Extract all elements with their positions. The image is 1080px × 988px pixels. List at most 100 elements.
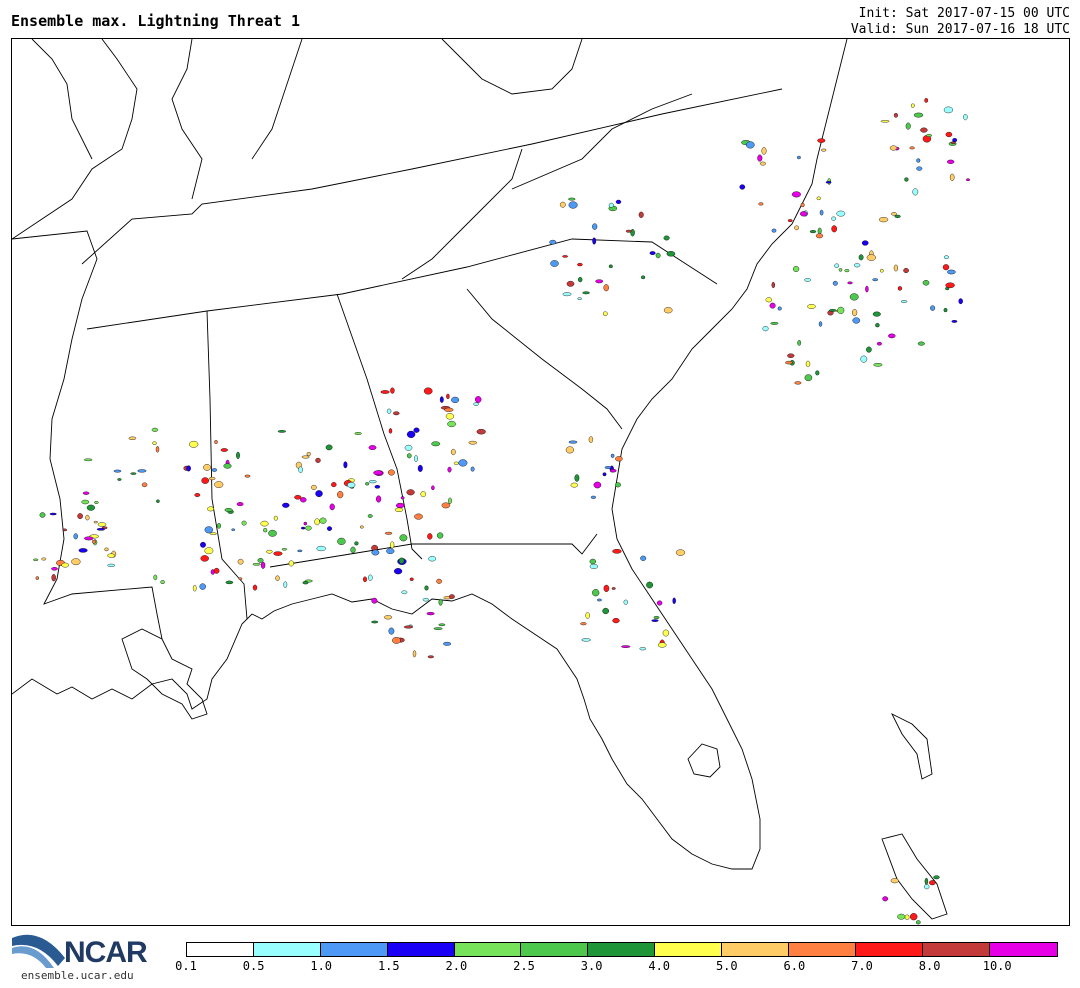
lightning-cell bbox=[160, 580, 165, 584]
lightning-cell bbox=[832, 280, 838, 286]
lightning-cell bbox=[220, 448, 228, 452]
lightning-cell bbox=[260, 561, 266, 569]
lightning-cell bbox=[792, 265, 800, 272]
lightning-cell bbox=[872, 311, 881, 317]
lightning-cell bbox=[306, 452, 311, 456]
lightning-cell bbox=[630, 228, 635, 237]
lightning-cell bbox=[807, 304, 816, 309]
lightning-cell bbox=[610, 469, 617, 473]
lightning-cell bbox=[844, 269, 850, 273]
lightning-cell bbox=[448, 497, 452, 504]
lightning-cell bbox=[51, 567, 58, 571]
lightning-cell bbox=[761, 147, 767, 155]
lightning-cell bbox=[49, 512, 57, 516]
lightning-cell bbox=[315, 490, 323, 497]
lightning-cell bbox=[252, 563, 261, 566]
lightning-cell bbox=[412, 650, 417, 658]
lightning-cell bbox=[390, 387, 395, 394]
lightning-cell bbox=[152, 441, 157, 445]
lightning-cell bbox=[880, 120, 890, 123]
lightning-cell bbox=[445, 413, 455, 420]
lightning-cell bbox=[574, 474, 580, 482]
ncar-url: ensemble.ucar.edu bbox=[21, 969, 134, 982]
lightning-cell bbox=[413, 427, 420, 433]
lightning-cell bbox=[623, 599, 628, 605]
lightning-cell bbox=[597, 598, 602, 602]
lightning-cell bbox=[562, 255, 568, 258]
lightning-cell bbox=[260, 520, 269, 527]
lightning-cell bbox=[337, 491, 344, 499]
lightning-cell bbox=[603, 584, 610, 593]
lightning-cell bbox=[638, 211, 644, 218]
lightning-cell bbox=[237, 558, 244, 565]
ncar-logo-text: NCAR bbox=[64, 936, 148, 969]
lightning-cell bbox=[916, 158, 921, 163]
colorbar-label: 1.0 bbox=[310, 959, 333, 973]
lightning-cell bbox=[86, 504, 96, 511]
lightning-cell bbox=[853, 263, 861, 268]
map-canvas bbox=[12, 39, 971, 925]
lightning-cell bbox=[203, 464, 211, 471]
lightning-cell bbox=[409, 577, 414, 581]
lightning-cell bbox=[852, 317, 861, 324]
lightning-cell bbox=[84, 536, 94, 541]
lightning-cell bbox=[762, 326, 769, 332]
lightning-cell bbox=[337, 537, 346, 546]
lightning-cell bbox=[77, 513, 83, 519]
lightning-cell bbox=[866, 254, 876, 261]
lightning-cell bbox=[804, 278, 811, 282]
colorbar-labels: 0.1 0.5 1.0 1.5 2.0 2.5 3.0 4.0 5.0 6.0 7.0 8.0 10.0 bbox=[175, 959, 1066, 973]
lightning-cell bbox=[325, 444, 333, 451]
lightning-cell bbox=[368, 480, 377, 484]
lightning-cell bbox=[657, 642, 667, 648]
colorbar-swatch bbox=[387, 943, 455, 956]
lightning-cell bbox=[107, 563, 115, 567]
lightning-cell bbox=[916, 166, 923, 171]
lightning-cell bbox=[303, 521, 307, 526]
lightning-cell bbox=[639, 647, 647, 651]
lightning-cell bbox=[655, 252, 661, 259]
lightning-cell bbox=[33, 558, 39, 561]
lightning-cell bbox=[373, 470, 383, 476]
lightning-cell bbox=[329, 503, 335, 511]
lightning-cell bbox=[431, 485, 435, 491]
lightning-cell bbox=[592, 589, 600, 597]
lightning-cell bbox=[192, 585, 197, 592]
lightning-cell bbox=[933, 875, 940, 880]
lightning-cell bbox=[963, 113, 968, 121]
lightning-cell bbox=[800, 202, 805, 208]
lightning-cell bbox=[406, 489, 415, 496]
lightning-cell bbox=[475, 396, 482, 403]
colorbar-swatch bbox=[320, 943, 388, 956]
lightning-cell bbox=[354, 541, 359, 546]
colorbar-label: 1.5 bbox=[377, 959, 400, 973]
lightning-cell bbox=[570, 482, 578, 488]
lightning-cell bbox=[82, 491, 90, 495]
colorbar-swatch bbox=[722, 943, 790, 956]
lightning-cell bbox=[817, 138, 826, 143]
lightning-cell bbox=[646, 581, 653, 589]
lightning-cell bbox=[585, 612, 590, 619]
lightning-cell bbox=[891, 212, 897, 216]
lightning-cell bbox=[398, 557, 405, 564]
lightning-cell bbox=[589, 563, 599, 569]
lightning-cell bbox=[893, 264, 898, 272]
lightning-cell bbox=[199, 583, 206, 590]
lightning-cell bbox=[611, 587, 616, 590]
lightning-cell bbox=[653, 616, 660, 620]
lightning-cell bbox=[71, 558, 81, 566]
lightning-cell bbox=[797, 155, 801, 160]
colorbar-label: 4.0 bbox=[648, 959, 671, 973]
lightning-cell bbox=[96, 527, 106, 531]
lightning-cell bbox=[401, 590, 408, 595]
lightning-cell bbox=[900, 300, 908, 303]
lightning-cell bbox=[849, 293, 859, 301]
lightning-cell bbox=[211, 468, 218, 472]
lightning-cell bbox=[447, 420, 456, 428]
lightning-cell bbox=[93, 520, 98, 524]
lightning-cell bbox=[568, 440, 578, 444]
lightning-cell bbox=[426, 611, 435, 616]
lightning-cell bbox=[305, 525, 312, 531]
lightning-cell bbox=[590, 495, 597, 499]
lightning-cell bbox=[371, 597, 378, 604]
